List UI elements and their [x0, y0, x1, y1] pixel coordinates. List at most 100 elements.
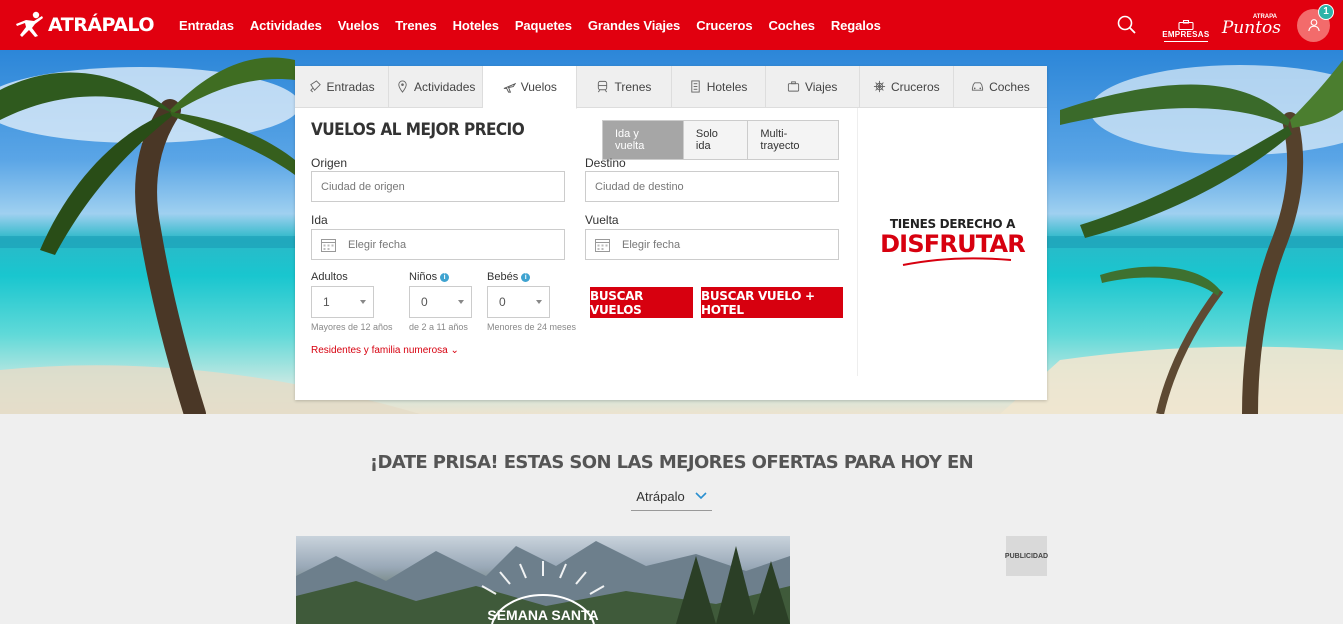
car-icon	[972, 82, 984, 91]
user-icon	[1307, 19, 1320, 32]
semana-santa-banner[interactable]: SEMANA SANTA	[296, 536, 790, 624]
tab-label: Cruceros	[890, 79, 940, 94]
publicidad-label: PUBLICIDAD	[1005, 536, 1048, 576]
calendar-icon	[321, 238, 336, 252]
nav-coches[interactable]: Coches	[760, 18, 822, 33]
chevron-down-icon: ⌄	[450, 345, 459, 356]
adultos-hint: Mayores de 12 años	[311, 322, 393, 332]
tab-label: Entradas	[326, 79, 375, 94]
ida-date-input[interactable]: Elegir fecha	[311, 229, 565, 260]
nav-vuelos[interactable]: Vuelos	[330, 18, 388, 33]
bebes-hint: Menores de 24 meses	[487, 322, 577, 332]
tab-label: Trenes	[614, 79, 652, 94]
flight-search-panel: Entradas Actividades Vuelos Trenes Hotel…	[295, 66, 1047, 400]
train-icon	[598, 80, 608, 93]
vuelta-label: Vuelta	[585, 213, 619, 227]
tab-label: Coches	[989, 79, 1030, 94]
nav-regalos[interactable]: Regalos	[823, 18, 889, 33]
trip-type-multi[interactable]: Multi-trayecto	[748, 121, 838, 159]
ninos-select[interactable]: 0	[409, 286, 472, 318]
origen-input[interactable]: Ciudad de origen	[311, 171, 565, 202]
adultos-select[interactable]: 1	[311, 286, 374, 318]
promo-banner[interactable]: TIENES DERECHO A DISFRUTAR	[857, 108, 1047, 376]
tab-label: Hoteles	[706, 79, 748, 94]
tab-label: Vuelos	[520, 80, 557, 94]
banner-text: SEMANA SANTA	[487, 607, 598, 623]
empresas-button[interactable]: EMPRESAS	[1162, 8, 1210, 42]
ninos-label: Niños	[409, 271, 438, 283]
offers-heading: ¡DATE PRISA! ESTAS SON LAS MEJORES OFERT…	[369, 452, 974, 473]
buscar-vuelos-button[interactable]: BUSCAR VUELOS	[590, 287, 693, 318]
top-navigation-bar: ATRÁPALO Entradas Actividades Vuelos Tre…	[0, 0, 1343, 50]
nav-cruceros[interactable]: Cruceros	[688, 18, 760, 33]
tab-hoteles[interactable]: Hoteles	[672, 66, 766, 107]
vuelta-placeholder: Elegir fecha	[622, 238, 681, 251]
trip-type-oneway[interactable]: Solo ida	[683, 121, 749, 159]
jumping-person-logo-icon	[16, 11, 43, 37]
residentes-link[interactable]: Residentes y familia numerosa ⌄	[311, 345, 459, 356]
bebes-label-wrap: Bebés i	[487, 271, 531, 283]
plane-icon	[503, 82, 516, 93]
chevron-down-icon	[695, 492, 707, 500]
buscar-vuelo-hotel-button[interactable]: BUSCAR VUELO + HOTEL	[701, 287, 843, 318]
promo-line-2: DISFRUTAR	[880, 229, 1026, 258]
chevron-down-icon	[360, 300, 366, 304]
location-value: Atrápalo	[636, 488, 685, 504]
atrapa-puntos-link[interactable]: ATRAPA Puntos	[1222, 14, 1281, 37]
ninos-value: 0	[421, 295, 428, 309]
nav-entradas[interactable]: Entradas	[171, 18, 242, 33]
nav-actividades[interactable]: Actividades	[242, 18, 330, 33]
empresas-label: EMPRESAS	[1162, 30, 1210, 39]
origen-placeholder: Ciudad de origen	[321, 180, 405, 193]
adultos-value: 1	[323, 295, 330, 309]
info-icon[interactable]: i	[440, 273, 450, 282]
ninos-label-wrap: Niños i	[409, 271, 450, 283]
ida-placeholder: Elegir fecha	[348, 238, 407, 251]
origen-label: Origen	[311, 156, 348, 170]
notification-badge: 1	[1318, 3, 1334, 20]
ship-wheel-icon	[873, 80, 886, 93]
trip-type-round[interactable]: Ida y vuelta	[603, 121, 684, 159]
ticket-icon	[309, 80, 321, 93]
nav-hoteles[interactable]: Hoteles	[445, 18, 507, 33]
flight-search-form: VUELOS AL MEJOR PRECIO Ida y vuelta Solo…	[311, 120, 843, 356]
location-pin-icon	[398, 80, 407, 93]
tab-coches[interactable]: Coches	[954, 66, 1047, 107]
ida-label: Ida	[311, 213, 328, 227]
chevron-down-icon	[536, 300, 542, 304]
mountain-landscape-image: SEMANA SANTA	[296, 541, 790, 624]
destino-placeholder: Ciudad de destino	[595, 180, 684, 193]
calendar-icon	[595, 238, 610, 252]
tab-cruceros[interactable]: Cruceros	[860, 66, 954, 107]
nav-grandes-viajes[interactable]: Grandes Viajes	[580, 18, 688, 33]
bebes-select[interactable]: 0	[487, 286, 550, 318]
tab-vuelos[interactable]: Vuelos	[483, 66, 578, 109]
user-account-button[interactable]: 1	[1297, 3, 1334, 42]
destino-label: Destino	[585, 156, 626, 170]
suitcase-icon	[787, 81, 800, 92]
search-icon[interactable]	[1116, 14, 1138, 36]
vuelta-date-input[interactable]: Elegir fecha	[585, 229, 839, 260]
nav-paquetes[interactable]: Paquetes	[507, 18, 580, 33]
adultos-label: Adultos	[311, 271, 348, 283]
search-tabs: Entradas Actividades Vuelos Trenes Hotel…	[295, 66, 1047, 109]
destino-input[interactable]: Ciudad de destino	[585, 171, 839, 202]
tab-trenes[interactable]: Trenes	[577, 66, 672, 107]
info-icon[interactable]: i	[521, 273, 531, 282]
atrapalo-logo[interactable]: ATRÁPALO	[12, 10, 155, 40]
top-right-tools: EMPRESAS ATRAPA Puntos 1	[1116, 0, 1343, 50]
nav-trenes[interactable]: Trenes	[387, 18, 444, 33]
residentes-label: Residentes y familia numerosa	[311, 345, 448, 356]
tab-viajes[interactable]: Viajes	[766, 66, 860, 107]
bebes-label: Bebés	[487, 271, 519, 283]
bebes-value: 0	[499, 295, 506, 309]
tab-entradas[interactable]: Entradas	[295, 66, 390, 107]
main-nav: Entradas Actividades Vuelos Trenes Hotel…	[171, 18, 889, 33]
chevron-down-icon	[458, 300, 464, 304]
tab-actividades[interactable]: Actividades	[389, 66, 484, 107]
brand-name: ATRÁPALO	[48, 14, 155, 36]
briefcase-icon	[1178, 20, 1194, 30]
tab-label: Actividades	[414, 79, 476, 94]
trip-type-selector: Ida y vuelta Solo ida Multi-trayecto	[602, 120, 839, 160]
location-selector[interactable]: Atrápalo	[631, 482, 712, 511]
